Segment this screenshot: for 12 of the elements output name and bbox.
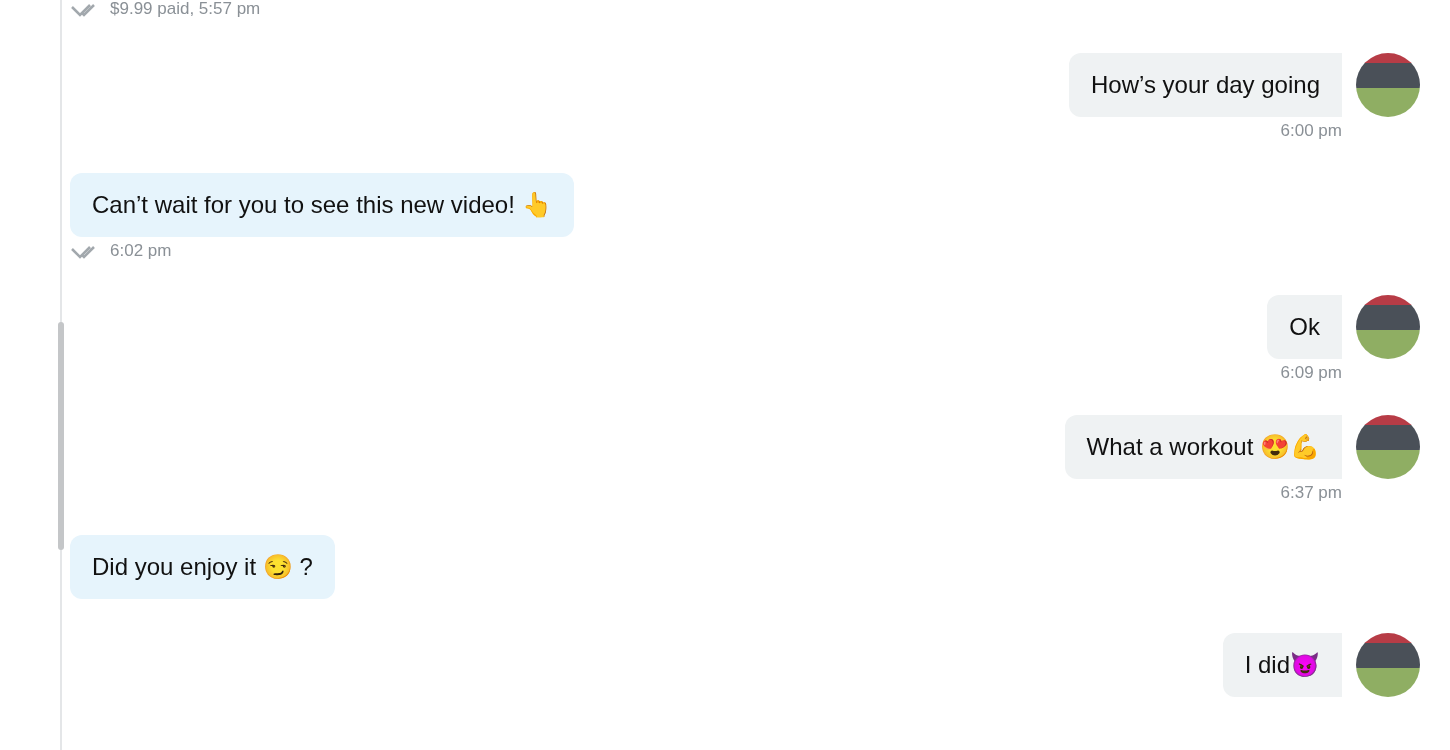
scrollbar-thumb[interactable] (58, 322, 64, 550)
message-time: 6:02 pm (110, 241, 172, 261)
message-bubble: I did😈 (1222, 633, 1342, 697)
message-time: 6:09 pm (1280, 363, 1342, 383)
message-bubble: Did you enjoy it 😏 ? (70, 535, 335, 599)
message-bubble: What a workout 😍💪 (1064, 415, 1342, 479)
message-bubble: Ok (1267, 295, 1342, 359)
message-bubble: Can’t wait for you to see this new video! 👆 (70, 173, 574, 237)
message-bubble: How’s your day going (1068, 53, 1342, 117)
message-time: $9.99 paid, 5:57 pm (110, 0, 261, 19)
message-time: 6:37 pm (1280, 483, 1342, 503)
message-time: 6:00 pm (1280, 121, 1342, 141)
